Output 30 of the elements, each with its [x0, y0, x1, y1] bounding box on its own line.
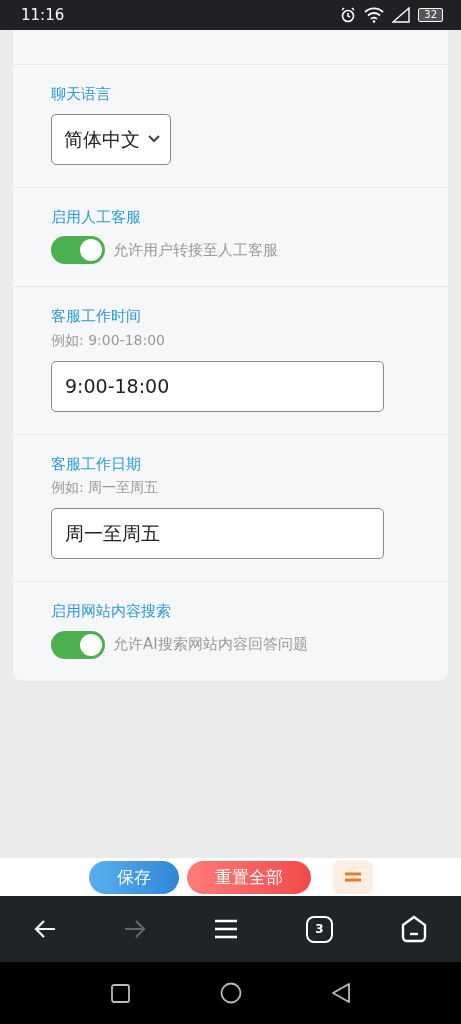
- toggle-switch[interactable]: [51, 630, 105, 659]
- back-icon[interactable]: [34, 919, 56, 939]
- field-label: 客服工作日期: [51, 453, 142, 475]
- toggle-description: 允许AI搜索网站内容回答问题: [113, 634, 308, 656]
- alarm-icon: [340, 7, 357, 23]
- chevron-down-icon: [148, 135, 160, 143]
- home-icon[interactable]: [401, 915, 427, 943]
- back-triangle-icon[interactable]: [332, 983, 350, 1003]
- field-label: 客服工作时间: [51, 306, 142, 327]
- home-button-icon[interactable]: [220, 982, 242, 1004]
- field-label: 启用网站内容搜索: [51, 601, 172, 622]
- field-label: 聊天语言: [51, 84, 112, 105]
- menu-icon: [344, 872, 361, 884]
- menu-button[interactable]: [332, 861, 373, 894]
- input-field[interactable]: 9:00-18:00: [51, 360, 384, 412]
- menu-icon[interactable]: [214, 919, 238, 939]
- input-field[interactable]: 周一至周五: [51, 508, 384, 559]
- toggle-switch[interactable]: [51, 236, 105, 264]
- signal-icon: [392, 7, 411, 23]
- status-time: 11:16: [21, 4, 65, 26]
- language-select[interactable]: 简体中文: [51, 113, 171, 165]
- toggle-description: 允许用户转接至人工客服: [113, 239, 278, 261]
- recents-icon[interactable]: [111, 983, 130, 1003]
- hint-text: 例如: 9:00-18:00: [51, 330, 166, 350]
- field-label: 启用人工客服: [51, 206, 142, 228]
- forward-icon[interactable]: [124, 919, 146, 939]
- hint-text: 例如: 周一至周五: [51, 478, 160, 497]
- wifi-icon: [364, 7, 385, 23]
- battery-level: 32: [418, 8, 443, 22]
- tab-count[interactable]: 3: [306, 915, 333, 943]
